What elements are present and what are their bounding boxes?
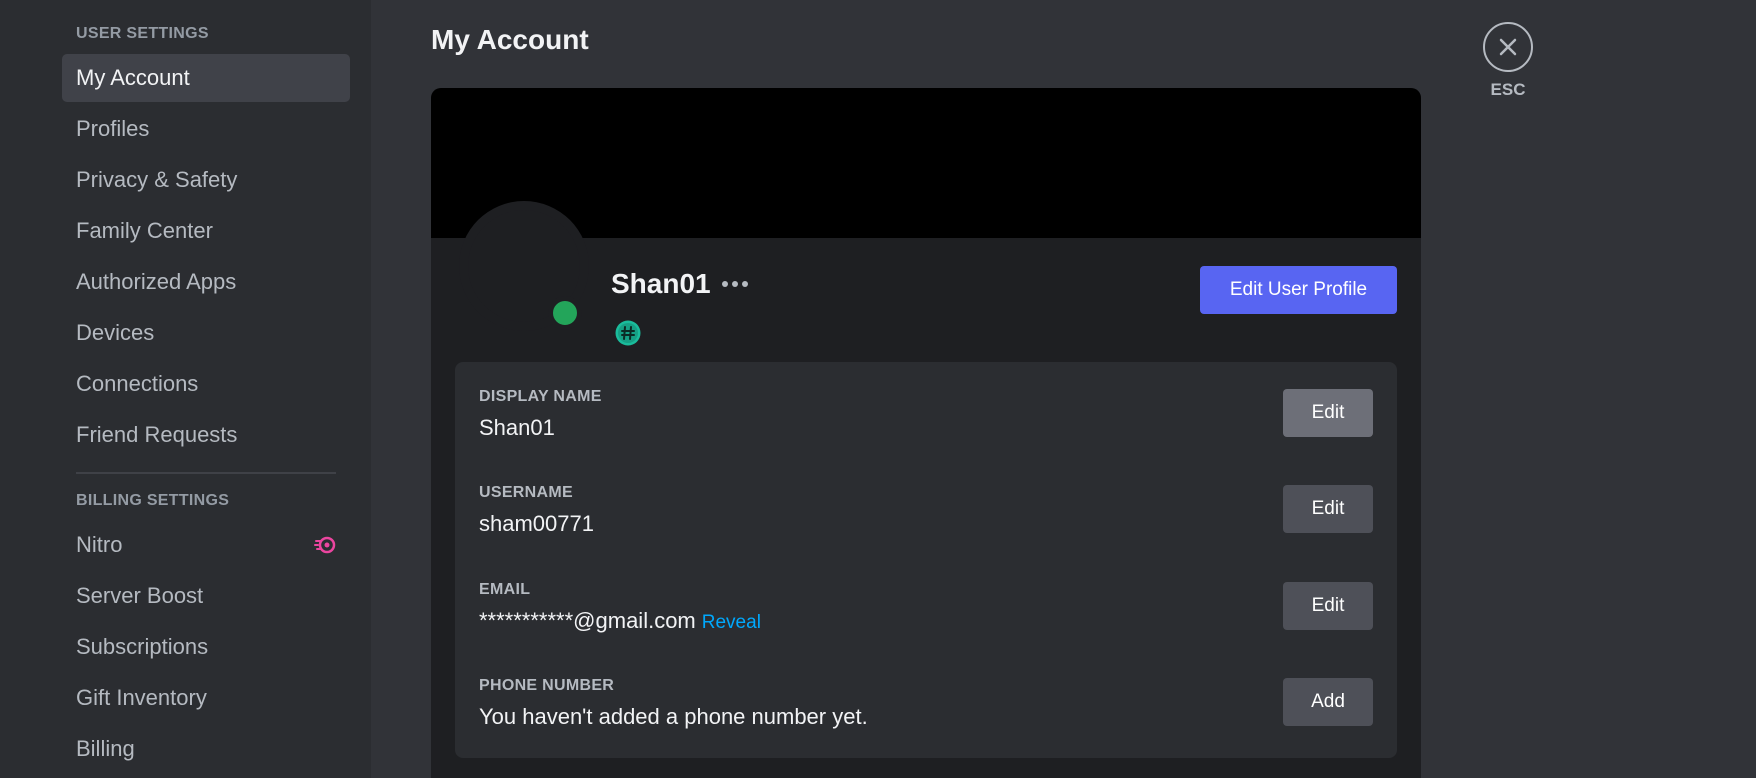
reveal-email-link[interactable]: Reveal xyxy=(702,612,761,633)
email-value: ***********@gmail.com xyxy=(479,608,696,633)
edit-username-button[interactable]: Edit xyxy=(1283,485,1373,533)
nitro-icon xyxy=(314,536,336,554)
user-settings-header: USER SETTINGS xyxy=(76,25,209,42)
sidebar-item-gift-inventory[interactable]: Gift Inventory xyxy=(62,674,350,722)
sidebar-item-profiles[interactable]: Profiles xyxy=(62,105,350,153)
sidebar-item-nitro[interactable]: Nitro xyxy=(62,521,350,569)
close-settings: ESC xyxy=(1481,22,1535,100)
esc-label: ESC xyxy=(1490,80,1526,99)
edit-email-button[interactable]: Edit xyxy=(1283,582,1373,630)
sidebar-divider xyxy=(76,472,336,474)
field-label: USERNAME xyxy=(479,484,573,501)
field-label: DISPLAY NAME xyxy=(479,388,602,405)
page-title: My Account xyxy=(431,24,589,55)
field-label: PHONE NUMBER xyxy=(479,677,615,694)
field-value: You haven't added a phone number yet. xyxy=(479,704,868,729)
online-status-indicator xyxy=(548,296,582,330)
sidebar-item-label: Nitro xyxy=(76,532,123,557)
sidebar-item-privacy-safety[interactable]: Privacy & Safety xyxy=(62,156,350,204)
field-value: Shan01 xyxy=(479,415,555,440)
more-options-icon[interactable] xyxy=(719,272,751,296)
edit-user-profile-button[interactable]: Edit User Profile xyxy=(1200,266,1397,314)
email-field: EMAIL ***********@gmail.com Reveal Edit xyxy=(479,581,1373,651)
settings-window: USER SETTINGS My Account Profiles Privac… xyxy=(0,0,1756,778)
hashtag-badge-icon[interactable] xyxy=(615,320,641,346)
add-phone-number-button[interactable]: Add xyxy=(1283,678,1373,726)
close-button[interactable] xyxy=(1483,22,1533,72)
sidebar-item-friend-requests[interactable]: Friend Requests xyxy=(62,411,350,459)
field-value-wrapper: ***********@gmail.com Reveal xyxy=(479,608,761,634)
phone-number-field: PHONE NUMBER You haven't added a phone n… xyxy=(479,677,1373,747)
field-label: EMAIL xyxy=(479,581,531,598)
edit-display-name-button[interactable]: Edit xyxy=(1283,389,1373,437)
account-fields-panel: DISPLAY NAME Shan01 Edit USERNAME sham00… xyxy=(455,362,1397,758)
sidebar-item-subscriptions[interactable]: Subscriptions xyxy=(62,623,350,671)
display-name-field: DISPLAY NAME Shan01 Edit xyxy=(479,388,1373,458)
profile-banner xyxy=(431,88,1421,238)
account-card: Shan01 Edit User Profile DISPLAY NAME Sh… xyxy=(431,88,1421,778)
field-value: sham00771 xyxy=(479,511,594,536)
sidebar-item-family-center[interactable]: Family Center xyxy=(62,207,350,255)
sidebar-item-my-account[interactable]: My Account xyxy=(62,54,350,102)
sidebar-nav: USER SETTINGS My Account Profiles Privac… xyxy=(62,0,350,776)
billing-settings-header: BILLING SETTINGS xyxy=(76,492,230,509)
sidebar-item-connections[interactable]: Connections xyxy=(62,360,350,408)
close-icon xyxy=(1499,38,1517,56)
settings-sidebar: USER SETTINGS My Account Profiles Privac… xyxy=(0,0,371,778)
sidebar-item-authorized-apps[interactable]: Authorized Apps xyxy=(62,258,350,306)
sidebar-item-billing[interactable]: Billing xyxy=(62,725,350,773)
settings-content: My Account Shan01 Edit User Profile DISP xyxy=(371,0,1756,778)
sidebar-item-server-boost[interactable]: Server Boost xyxy=(62,572,350,620)
sidebar-item-devices[interactable]: Devices xyxy=(62,309,350,357)
username-field: USERNAME sham00771 Edit xyxy=(479,484,1373,554)
profile-display-name: Shan01 xyxy=(611,268,711,299)
